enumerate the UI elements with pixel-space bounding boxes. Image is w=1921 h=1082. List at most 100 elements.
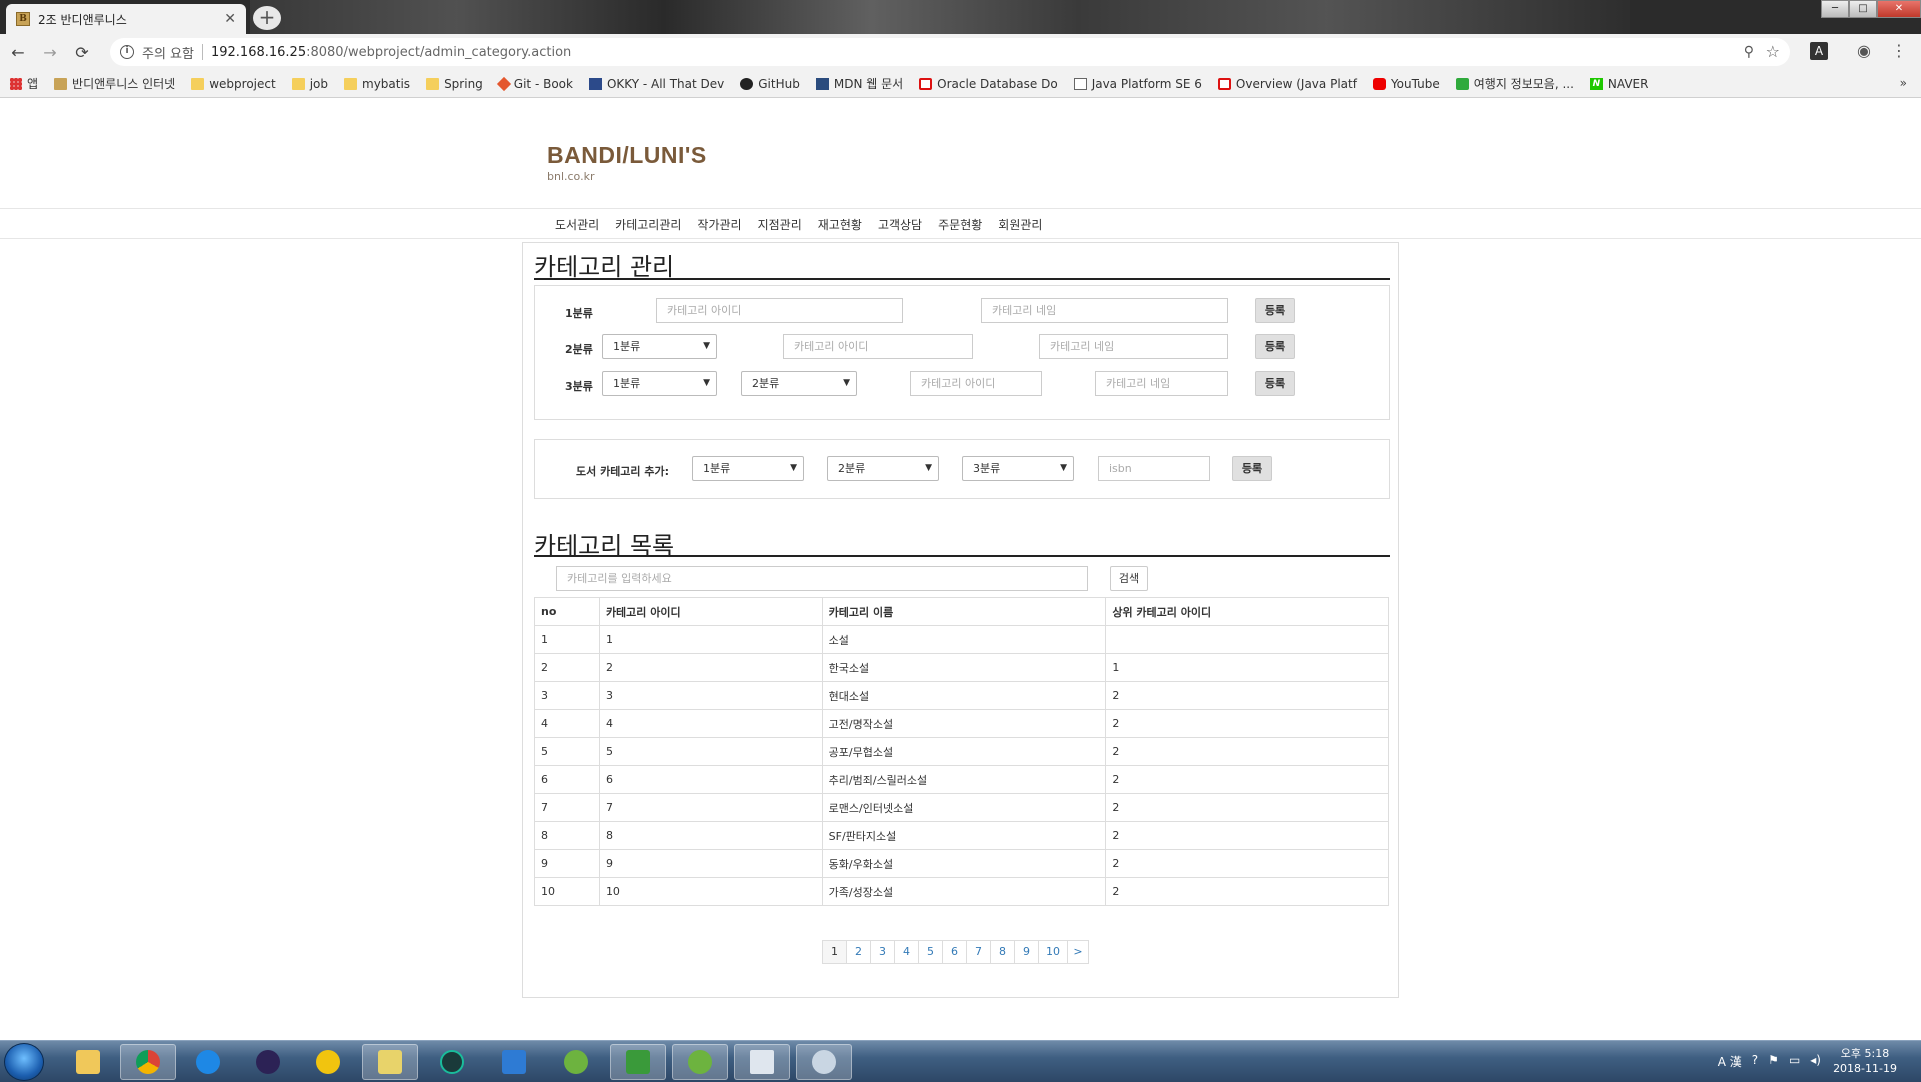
logo-brand: BANDI/LUNI'S bbox=[547, 142, 707, 168]
forward-icon[interactable]: → bbox=[36, 43, 64, 62]
info-icon[interactable]: i bbox=[120, 45, 134, 59]
column-header: 카테고리 이름 bbox=[821, 597, 1106, 626]
bookmark-item[interactable]: Git - Book bbox=[496, 76, 573, 91]
book-category-register-button[interactable]: 등록 bbox=[1232, 456, 1272, 481]
bookmark-item[interactable]: GitHub bbox=[740, 77, 800, 91]
column-header: 상위 카테고리 아이디 bbox=[1105, 597, 1389, 626]
volume-icon[interactable]: ◂) bbox=[1810, 1053, 1821, 1070]
bookmark-item[interactable]: MDN 웹 문서 bbox=[815, 75, 903, 92]
bookmark-label: NAVER bbox=[1607, 76, 1649, 91]
profile-icon[interactable]: ◉ bbox=[1855, 42, 1873, 60]
next-page-button[interactable]: > bbox=[1067, 940, 1089, 964]
nav-item-categories[interactable]: 카테고리관리 bbox=[615, 216, 681, 233]
taskbar-ie[interactable] bbox=[180, 1044, 236, 1080]
close-window-button[interactable]: ✕ bbox=[1877, 0, 1921, 18]
nav-item-branches[interactable]: 지점관리 bbox=[758, 216, 802, 233]
taskbar-chrome[interactable] bbox=[120, 1044, 176, 1080]
page-link-8[interactable]: 8 bbox=[990, 940, 1015, 964]
ime-indicator[interactable]: A 漢 bbox=[1718, 1053, 1742, 1070]
help-icon[interactable]: ? bbox=[1752, 1053, 1758, 1070]
taskbar-paint[interactable] bbox=[796, 1044, 852, 1080]
level1-name-input[interactable]: 카테고리 네임 bbox=[981, 298, 1228, 323]
isbn-input[interactable]: isbn bbox=[1098, 456, 1210, 481]
level1-register-button[interactable]: 등록 bbox=[1255, 298, 1295, 323]
taskbar-editor[interactable] bbox=[734, 1044, 790, 1080]
search-button[interactable]: 검색 bbox=[1110, 566, 1148, 591]
taskbar-app-yellow[interactable] bbox=[300, 1044, 356, 1080]
level2-id-input[interactable]: 카테고리 아이디 bbox=[783, 334, 973, 359]
nav-item-orders[interactable]: 주문현황 bbox=[938, 216, 982, 233]
table-row: 8 8 SF/판타지소설 2 bbox=[534, 821, 1389, 850]
cell-parent-id: 2 bbox=[1105, 737, 1389, 766]
address-bar[interactable]: i 주의 요함 192.168.16.25 :8080/webproject/a… bbox=[110, 38, 1790, 66]
level3-id-input[interactable]: 카테고리 아이디 bbox=[910, 371, 1042, 396]
bookmark-item[interactable]: 반디앤루니스 인터넷 bbox=[54, 75, 175, 92]
extension-icon[interactable]: A bbox=[1810, 42, 1828, 60]
taskbar-app-dark[interactable] bbox=[424, 1044, 480, 1080]
page-link-3[interactable]: 3 bbox=[870, 940, 895, 964]
bookmark-folder[interactable]: webproject bbox=[191, 77, 276, 91]
taskbar-app-blue[interactable] bbox=[486, 1044, 542, 1080]
browser-tab[interactable]: B 2조 반디앤루니스 ✕ bbox=[6, 4, 246, 34]
page-link-5[interactable]: 5 bbox=[918, 940, 943, 964]
new-tab-button[interactable]: + bbox=[253, 6, 281, 30]
page-link-2[interactable]: 2 bbox=[846, 940, 871, 964]
page-link-6[interactable]: 6 bbox=[942, 940, 967, 964]
bookmark-item[interactable]: 여행지 정보모음, ... bbox=[1455, 75, 1574, 92]
book-cat-level2-select[interactable]: 2분류 ▼ bbox=[827, 456, 939, 481]
url-path: :8080/webproject/admin_category.action bbox=[306, 44, 572, 60]
minimize-button[interactable]: ─ bbox=[1821, 0, 1849, 18]
nav-item-books[interactable]: 도서관리 bbox=[555, 216, 599, 233]
site-logo[interactable]: BANDI/LUNI'S bnl.co.kr bbox=[547, 142, 707, 183]
taskbar-clock[interactable]: 오후 5:18 2018-11-19 bbox=[1833, 1046, 1897, 1076]
taskbar-spring-2[interactable] bbox=[672, 1044, 728, 1080]
bookmark-folder[interactable]: mybatis bbox=[344, 77, 410, 91]
level3-parent1-select[interactable]: 1분류 ▼ bbox=[602, 371, 717, 396]
level3-parent2-select[interactable]: 2분류 ▼ bbox=[741, 371, 857, 396]
nav-item-members[interactable]: 회원관리 bbox=[998, 216, 1042, 233]
bookmarks-overflow-icon[interactable]: » bbox=[1900, 76, 1907, 90]
bookmark-item[interactable]: Java Platform SE 6 bbox=[1073, 77, 1202, 91]
taskbar-explorer[interactable] bbox=[60, 1044, 116, 1080]
bookmark-item[interactable]: 앱 bbox=[10, 75, 38, 92]
page-link-4[interactable]: 4 bbox=[894, 940, 919, 964]
book-cat-level1-select[interactable]: 1분류 ▼ bbox=[692, 456, 804, 481]
bookmark-folder[interactable]: Spring bbox=[426, 77, 483, 91]
page-link-9[interactable]: 9 bbox=[1014, 940, 1039, 964]
bookmark-item[interactable]: Oracle Database Do bbox=[919, 77, 1058, 91]
bookmark-item[interactable]: N NAVER bbox=[1589, 76, 1649, 91]
page-link-7[interactable]: 7 bbox=[966, 940, 991, 964]
taskbar-notes[interactable] bbox=[362, 1044, 418, 1080]
page-link-1[interactable]: 1 bbox=[822, 940, 847, 964]
back-icon[interactable]: ← bbox=[4, 43, 32, 62]
zoom-icon[interactable]: ⚲ bbox=[1744, 44, 1754, 60]
bookmark-star-icon[interactable]: ☆ bbox=[1766, 42, 1780, 61]
nav-item-stock[interactable]: 재고현황 bbox=[818, 216, 862, 233]
cell-name: 로맨스/인터넷소설 bbox=[821, 793, 1106, 822]
taskbar-media[interactable] bbox=[610, 1044, 666, 1080]
level2-register-button[interactable]: 등록 bbox=[1255, 334, 1295, 359]
maximize-button[interactable]: □ bbox=[1849, 0, 1877, 18]
bookmark-item[interactable]: OKKY - All That Dev bbox=[588, 77, 724, 91]
tab-close-icon[interactable]: ✕ bbox=[224, 11, 236, 27]
bookmark-item[interactable]: Overview (Java Platf bbox=[1217, 77, 1357, 91]
nav-item-authors[interactable]: 작가관리 bbox=[697, 216, 741, 233]
page-link-10[interactable]: 10 bbox=[1038, 940, 1068, 964]
bookmark-folder[interactable]: job bbox=[291, 77, 328, 91]
browser-menu-icon[interactable]: ⋮ bbox=[1890, 42, 1908, 60]
bookmark-item[interactable]: YouTube bbox=[1372, 77, 1440, 91]
reload-icon[interactable]: ⟳ bbox=[68, 43, 96, 62]
level1-id-input[interactable]: 카테고리 아이디 bbox=[656, 298, 903, 323]
taskbar-spring[interactable] bbox=[548, 1044, 604, 1080]
category-search-input[interactable]: 카테고리를 입력하세요 bbox=[556, 566, 1088, 591]
level2-name-input[interactable]: 카테고리 네임 bbox=[1039, 334, 1228, 359]
flag-icon[interactable]: ⚑ bbox=[1768, 1053, 1779, 1070]
level2-parent-select[interactable]: 1분류 ▼ bbox=[602, 334, 717, 359]
taskbar-eclipse[interactable] bbox=[240, 1044, 296, 1080]
level3-register-button[interactable]: 등록 bbox=[1255, 371, 1295, 396]
book-cat-level3-select[interactable]: 3분류 ▼ bbox=[962, 456, 1074, 481]
nav-item-support[interactable]: 고객상담 bbox=[878, 216, 922, 233]
start-button[interactable] bbox=[4, 1043, 44, 1081]
network-icon[interactable]: ▭ bbox=[1789, 1053, 1800, 1070]
level3-name-input[interactable]: 카테고리 네임 bbox=[1095, 371, 1228, 396]
